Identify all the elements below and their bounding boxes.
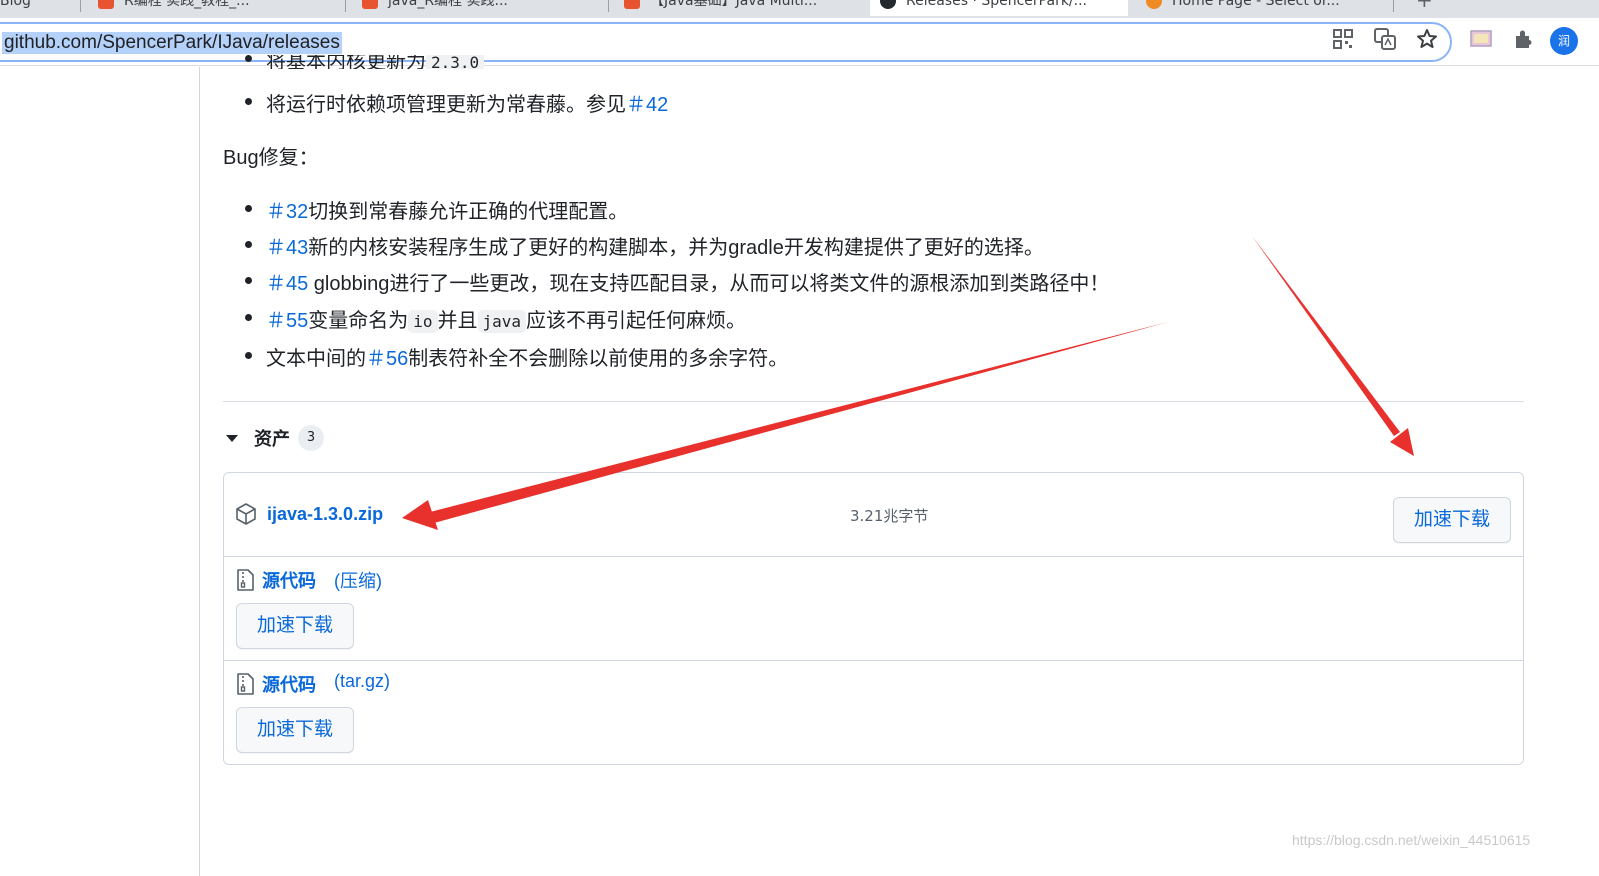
inline-code: 2.3.0 <box>426 55 485 69</box>
section-divider <box>223 401 1524 402</box>
list-item-text: 应该不再引起任何麻烦。 <box>526 310 747 332</box>
release-content: 将基本内核更新为 2.3.0 将运行时依赖项管理更新为常春藤。参见＃42 Bug修… <box>0 0 1599 876</box>
list-item-text: 切换到常春藤允许正确的代理配置。 <box>308 201 629 223</box>
inline-code: io <box>408 310 438 333</box>
watermark: https://blog.csdn.net/weixin_44510615 <box>1292 832 1531 848</box>
assets-toggle[interactable]: 资产 3 <box>226 425 324 451</box>
issue-link-55[interactable]: ＃55 <box>266 310 308 332</box>
list-item-text: 变量命名为 <box>308 310 409 332</box>
source-code-format[interactable]: (压缩) <box>334 567 382 593</box>
list-item-text: 将基本内核更新为 <box>266 55 426 69</box>
issue-link-42[interactable]: ＃42 <box>626 94 668 116</box>
list-item-runtime: 将运行时依赖项管理更新为常春藤。参见＃42 <box>245 88 668 117</box>
list-item-bug-43: ＃43新的内核安装程序生成了更好的构建脚本，并为gradle开发构建提供了更好的… <box>245 231 1044 260</box>
asset-row: ijava-1.3.0.zip 3.21兆字节 加速下载 <box>224 473 1523 557</box>
list-item-text: globbing进行了一些更改，现在支持匹配目录，从而可以将类文件的源根添加到类… <box>308 273 1110 295</box>
accelerated-download-button[interactable]: 加速下载 <box>236 603 355 649</box>
list-item-text: 并且 <box>437 310 478 332</box>
package-icon <box>236 503 256 525</box>
clipped-list-item: 将基本内核更新为 2.3.0 <box>245 55 645 69</box>
caret-down-icon <box>226 434 238 442</box>
accelerated-download-button[interactable]: 加速下载 <box>1393 497 1512 543</box>
list-item-text: 新的内核安装程序生成了更好的构建脚本，并为gradle开发构建提供了更好的选择。 <box>308 237 1044 259</box>
list-item-text: 将运行时依赖项管理更新为常春藤。参见 <box>266 94 626 116</box>
inline-code: java <box>477 310 527 333</box>
asset-size: 3.21兆字节 <box>850 507 929 525</box>
list-item: 将基本内核更新为 2.3.0 <box>245 55 485 69</box>
accelerated-download-button[interactable]: 加速下载 <box>236 707 355 753</box>
source-code-zip-link[interactable]: 源代码 <box>262 567 316 593</box>
list-item-bug-32: ＃32切换到常春藤允许正确的代理配置。 <box>245 195 628 224</box>
asset-row: 源代码 (压缩) 加速下载 <box>224 557 1523 661</box>
list-item-bug-56: 文本中间的＃56制表符补全不会删除以前使用的多余字符。 <box>245 342 788 371</box>
issue-link-45[interactable]: ＃45 <box>266 273 308 295</box>
source-code-format[interactable]: (tar.gz) <box>334 671 390 692</box>
issue-link-43[interactable]: ＃43 <box>266 237 308 259</box>
source-code-targz-link[interactable]: 源代码 <box>262 671 316 697</box>
issue-link-32[interactable]: ＃32 <box>266 201 308 223</box>
asset-link-ijava-zip[interactable]: ijava-1.3.0.zip <box>267 504 383 525</box>
list-item-text: 制表符补全不会删除以前使用的多余字符。 <box>408 348 789 370</box>
assets-title: 资产 <box>254 429 290 450</box>
issue-link-56[interactable]: ＃56 <box>366 348 408 370</box>
file-zip-icon <box>237 673 254 695</box>
assets-list: ijava-1.3.0.zip 3.21兆字节 加速下载 源代码 (压缩) 加速… <box>223 472 1524 765</box>
bugfix-heading: Bug修复： <box>223 147 319 169</box>
list-item-bug-55: ＃55变量命名为 io 并且 java 应该不再引起任何麻烦。 <box>245 304 746 333</box>
file-zip-icon <box>237 569 254 591</box>
assets-count-badge: 3 <box>298 425 324 451</box>
asset-row: 源代码 (tar.gz) 加速下载 <box>224 661 1523 765</box>
list-item-bug-45: ＃45 globbing进行了一些更改，现在支持匹配目录，从而可以将类文件的源根… <box>245 267 1109 296</box>
list-item-text: 文本中间的 <box>266 348 366 370</box>
